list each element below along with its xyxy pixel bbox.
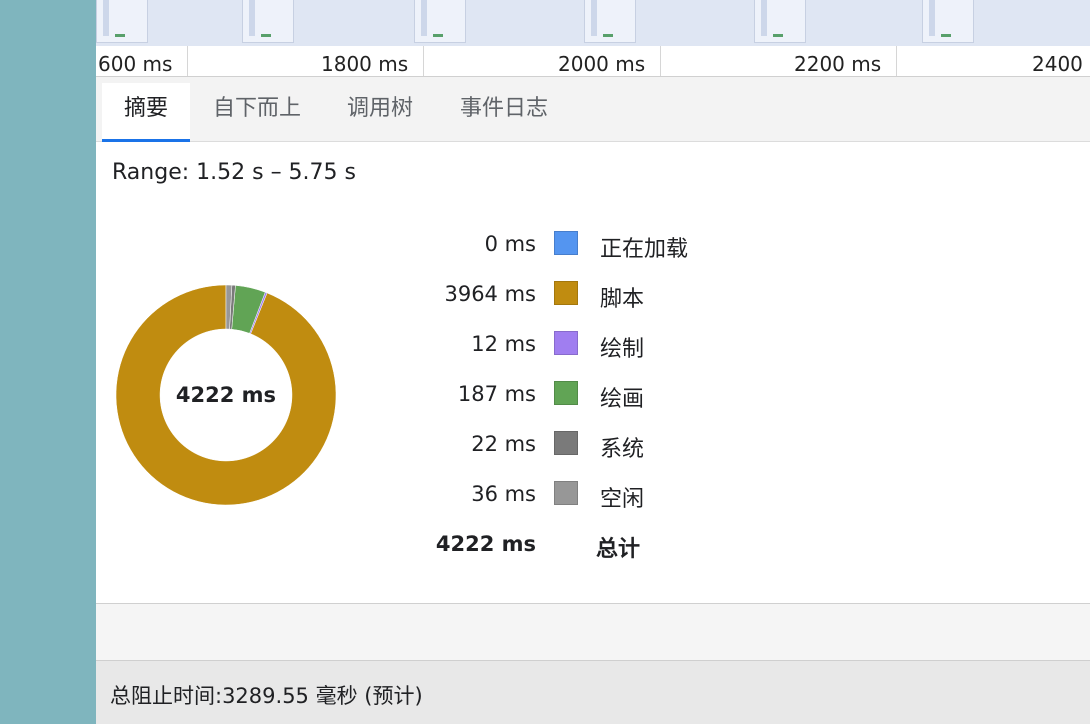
ruler-tick-line (660, 46, 661, 76)
legend-value: 0 ms (484, 232, 536, 256)
legend-value: 187 ms (457, 382, 536, 406)
status-bar: 总阻止时间:3289.55 毫秒 (预计) (96, 660, 1090, 724)
legend-value: 22 ms (471, 432, 536, 456)
time-range-label: Range: 1.52 s – 5.75 s (112, 160, 356, 185)
legend-row-system: 22 ms 系统 (396, 428, 796, 462)
legend-swatch (554, 331, 578, 355)
tab-event-log[interactable]: 事件日志 (446, 83, 562, 139)
legend-swatch (554, 381, 578, 405)
legend-swatch (554, 281, 578, 305)
legend-total-value: 4222 ms (435, 532, 536, 556)
legend-row-total: 4222 ms 总计 (396, 528, 796, 562)
legend-value: 12 ms (471, 332, 536, 356)
screenshot-thumbnail[interactable] (922, 0, 974, 43)
legend-label: 绘画 (600, 387, 645, 412)
legend-label: 系统 (600, 437, 645, 462)
performance-panel: 600 ms 1800 ms 2000 ms 2200 ms 2400 摘要 自… (96, 0, 1090, 724)
legend-label: 正在加载 (600, 237, 689, 262)
screenshot-thumbnail[interactable] (242, 0, 294, 43)
legend-row-scripting: 3964 ms 脚本 (396, 278, 796, 312)
screenshot-thumbnail[interactable] (96, 0, 148, 43)
ruler-tick-label: 600 ms (98, 52, 173, 76)
tab-summary[interactable]: 摘要 (102, 83, 190, 142)
screenshot-thumbnail[interactable] (584, 0, 636, 43)
summary-footer-spacer (96, 603, 1090, 661)
time-breakdown-donut: 4222 ms (114, 283, 338, 507)
ruler-tick-label: 2200 ms (794, 52, 882, 76)
donut-total-label: 4222 ms (175, 383, 277, 407)
legend-value: 3964 ms (444, 282, 536, 306)
legend-label: 绘制 (600, 337, 645, 362)
ruler-tick-label: 1800 ms (321, 52, 409, 76)
legend-swatch (554, 431, 578, 455)
tab-call-tree[interactable]: 调用树 (332, 83, 428, 139)
ruler-tick-label: 2000 ms (558, 52, 646, 76)
timeline-ruler[interactable]: 600 ms 1800 ms 2000 ms 2200 ms 2400 (96, 46, 1090, 77)
legend-row-loading: 0 ms 正在加载 (396, 228, 796, 262)
ruler-tick-label: 2400 (1032, 52, 1083, 76)
legend-row-rendering: 12 ms 绘制 (396, 328, 796, 362)
screenshot-thumbnail[interactable] (414, 0, 466, 43)
legend-row-painting: 187 ms 绘画 (396, 378, 796, 412)
legend-swatch (554, 231, 578, 255)
legend-label: 脚本 (600, 287, 645, 312)
legend-row-idle: 36 ms 空闲 (396, 478, 796, 512)
ruler-tick-line (187, 46, 188, 76)
details-tab-bar: 摘要 自下而上 调用树 事件日志 (96, 77, 1090, 142)
legend-total-label: 总计 (596, 537, 641, 562)
legend-label: 空闲 (600, 487, 645, 512)
legend-swatch (554, 481, 578, 505)
ruler-tick-line (423, 46, 424, 76)
legend-value: 36 ms (471, 482, 536, 506)
ruler-tick-line (896, 46, 897, 76)
tab-bottom-up[interactable]: 自下而上 (200, 83, 314, 139)
total-blocking-time: 总阻止时间:3289.55 毫秒 (预计) (110, 684, 423, 708)
screenshot-thumbnail[interactable] (754, 0, 806, 43)
screenshot-filmstrip[interactable] (96, 0, 1090, 47)
